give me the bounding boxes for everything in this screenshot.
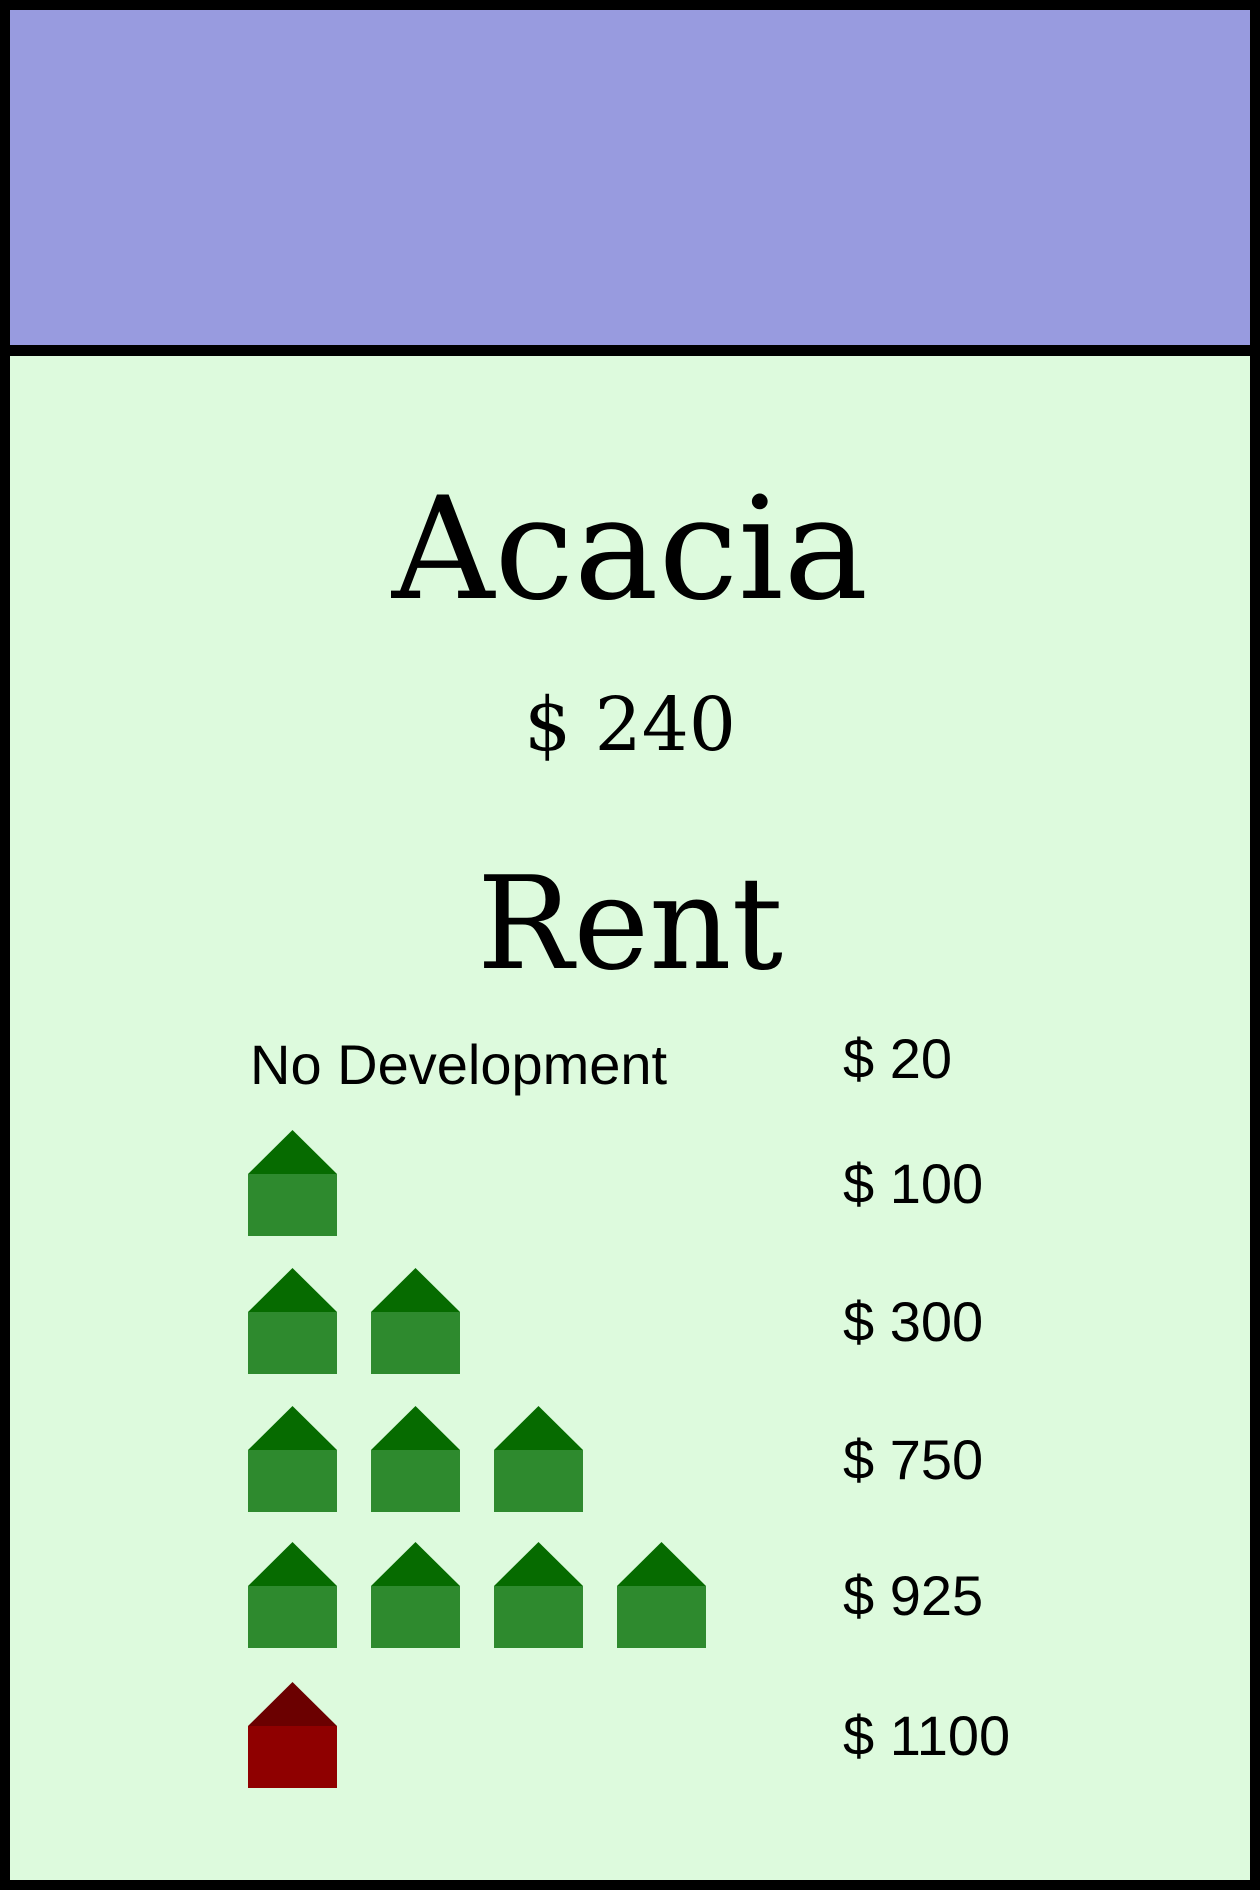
house-body <box>371 1312 460 1374</box>
house-icon <box>248 1406 337 1512</box>
rent-row-value: $ 100 <box>843 1152 984 1215</box>
house-icon <box>248 1542 337 1648</box>
house-icon <box>371 1542 460 1648</box>
house-roof <box>371 1268 460 1312</box>
house-icon <box>248 1268 337 1374</box>
property-price: $ 240 <box>524 682 736 768</box>
house-body <box>248 1312 337 1374</box>
hotel-roof <box>248 1682 337 1726</box>
rent-row-no-development: No Development $ 20 <box>10 980 1250 1110</box>
house-roof <box>248 1130 337 1174</box>
rent-row-three-houses: $ 750 <box>10 1381 1250 1512</box>
house-icon <box>617 1542 706 1648</box>
hotel-body <box>248 1726 337 1788</box>
rent-row-value: $ 750 <box>843 1428 984 1491</box>
rent-row-value: $ 20 <box>843 1027 952 1090</box>
rent-row-hotel: $ 1100 <box>10 1657 1250 1788</box>
house-body <box>494 1450 583 1512</box>
house-body <box>494 1586 583 1648</box>
property-card: Acacia $ 240 Rent No Development $ 20 $ … <box>0 0 1260 1890</box>
house-icon <box>494 1542 583 1648</box>
rent-row-label: No Development <box>250 1033 668 1096</box>
rent-row-one-house: $ 100 <box>10 1105 1250 1236</box>
house-roof <box>494 1406 583 1450</box>
hotel-icon <box>248 1682 337 1788</box>
house-body <box>248 1586 337 1648</box>
house-roof <box>248 1542 337 1586</box>
property-color-band <box>10 10 1250 345</box>
house-body <box>617 1586 706 1648</box>
house-icon <box>371 1268 460 1374</box>
house-body <box>371 1586 460 1648</box>
house-roof <box>371 1542 460 1586</box>
rent-row-value: $ 300 <box>843 1290 984 1353</box>
house-roof <box>248 1268 337 1312</box>
house-roof <box>248 1406 337 1450</box>
house-icon <box>494 1406 583 1512</box>
rent-row-two-houses: $ 300 <box>10 1243 1250 1374</box>
house-icon <box>248 1130 337 1236</box>
house-body <box>371 1450 460 1512</box>
color-band-divider <box>10 345 1250 356</box>
rent-row-four-houses: $ 925 <box>10 1517 1250 1648</box>
house-body <box>248 1450 337 1512</box>
rent-row-value: $ 925 <box>843 1564 984 1627</box>
house-body <box>248 1174 337 1236</box>
house-roof <box>371 1406 460 1450</box>
house-roof <box>617 1542 706 1586</box>
house-icon <box>371 1406 460 1512</box>
rent-row-value: $ 1100 <box>843 1704 1011 1767</box>
house-roof <box>494 1542 583 1586</box>
property-name: Acacia <box>391 467 869 632</box>
rent-heading: Rent <box>477 850 783 999</box>
